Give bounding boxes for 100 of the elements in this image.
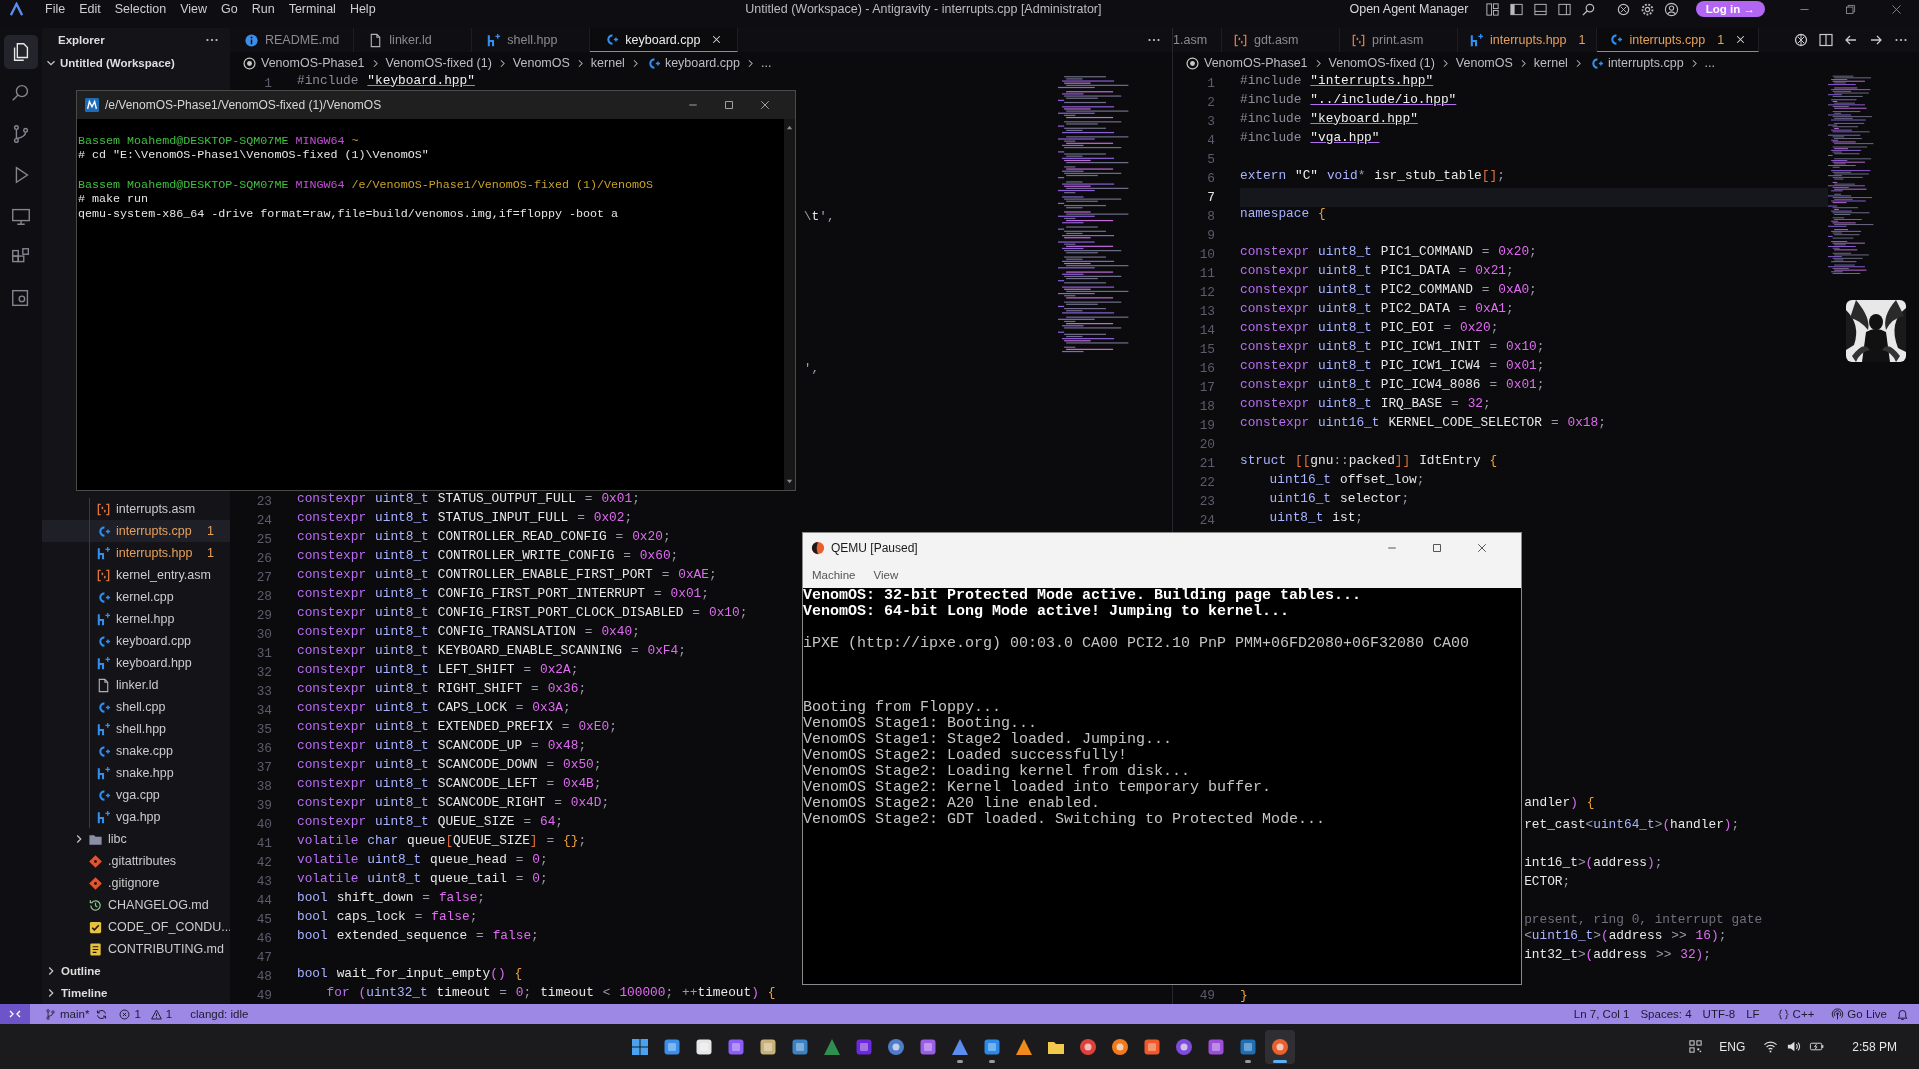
language-server-status[interactable]: clangd: idle <box>190 1008 249 1020</box>
line-number: 48 <box>255 969 272 984</box>
code-line: namespace { <box>1240 205 1326 223</box>
breadcrumb-item[interactable]: VenomOS-fixed (1) <box>385 56 492 70</box>
menu-item[interactable]: Edit <box>72 2 108 16</box>
line-number: 23 <box>1198 494 1215 509</box>
code-line: struct [[gnu::packed]] IdtEntry { <box>1240 452 1498 470</box>
menu-item[interactable]: Help <box>342 2 383 16</box>
menu-item[interactable]: Go <box>214 2 245 16</box>
menu-item[interactable]: Selection <box>107 2 174 16</box>
tree-item[interactable]: keyboard.hpp <box>42 652 230 675</box>
tree-item[interactable]: CONTRIBUTING.md <box>42 938 230 961</box>
status-item[interactable]: Ln 7, Col 1 <box>1573 1008 1630 1020</box>
tree-item[interactable]: libc <box>42 828 230 851</box>
line-number: 13 <box>1198 304 1215 319</box>
code-line: bool wait_for_input_empty() { <box>297 965 523 983</box>
code-line: constexpr uint8_t SCANCODE_RIGHT = 0x4D; <box>297 794 610 812</box>
breadcrumb-item[interactable]: kernel <box>1533 56 1568 70</box>
code-line: constexpr uint8_t PIC2_DATA = 0xA1; <box>1240 300 1514 318</box>
code-line: ECTOR; <box>1524 874 1571 889</box>
menu-item[interactable]: Run <box>244 2 282 16</box>
terminal-line: # cd "E:\VenomOS-Phase1\VenomOS-fixed (1)\VenomOS" <box>78 148 430 164</box>
tree-item[interactable]: kernel_entry.asm <box>42 564 230 587</box>
line-number: 19 <box>1198 418 1215 433</box>
tree-item[interactable]: interrupts.asm <box>42 498 230 521</box>
line-number: 5 <box>1206 152 1215 167</box>
tree-item[interactable]: CHANGELOG.md <box>42 894 230 917</box>
console-line: VenomOS Stage2: Kernel loaded into temporary buffer. <box>803 780 1273 796</box>
console-line: VenomOS: 32-bit Protected Mode active. Building page tables... <box>803 588 1363 604</box>
tree-item[interactable]: snake.hpp <box>42 762 230 785</box>
breadcrumb-item[interactable]: interrupts.cpp <box>1607 56 1684 70</box>
console-line: Booting from Floppy... <box>803 700 1003 716</box>
line-number: 7 <box>1206 190 1215 205</box>
editor-tab[interactable]: print.asm <box>1340 28 1459 52</box>
menu-item[interactable]: Machine <box>812 569 856 581</box>
tree-item[interactable]: CODE_OF_CONDU... <box>42 916 230 939</box>
code-line: ', <box>803 361 820 376</box>
code-line: #include "vga.hpp" <box>1240 129 1380 147</box>
breadcrumb-item[interactable]: VenomOS-Phase1 <box>261 56 365 70</box>
tree-item[interactable]: shell.hpp <box>42 718 230 741</box>
editor-tab[interactable]: 1.asm <box>1173 28 1223 52</box>
tree-item[interactable]: vga.cpp <box>42 784 230 807</box>
console-line: VenomOS Stage1: Booting... <box>803 716 1039 732</box>
breadcrumb-item[interactable]: keyboard.cpp <box>664 56 740 70</box>
menu-item[interactable]: File <box>38 2 73 16</box>
section-header[interactable]: Outline <box>42 960 230 983</box>
console-line: VenomOS Stage2: GDT loaded. Switching to Protected Mode... <box>803 812 1327 828</box>
tree-item[interactable]: kernel.cpp <box>42 586 230 609</box>
language-indicator[interactable]: ENG <box>1719 1039 1746 1054</box>
tree-item[interactable]: interrupts.cpp 1 <box>42 520 230 543</box>
problem-count: 1 <box>207 524 214 539</box>
code-line: constexpr uint8_t CONFIG_FIRST_PORT_INTERRUPT = 0x01; <box>297 585 709 603</box>
section-header[interactable]: Timeline <box>42 982 230 1004</box>
editor-tab[interactable]: linker.ld <box>354 28 473 52</box>
code-line: constexpr uint8_t EXTENDED_PREFIX = 0xE0; <box>297 718 617 736</box>
workspace-header[interactable]: Untitled (Workspace) <box>42 51 230 74</box>
tree-item[interactable]: .gitignore <box>42 872 230 895</box>
tree-item[interactable]: linker.ld <box>42 674 230 697</box>
tree-item[interactable]: keyboard.cpp <box>42 630 230 653</box>
clock[interactable]: 2:58 PM <box>1852 1039 1897 1054</box>
code-line: constexpr uint8_t CONTROLLER_ENABLE_FIRST_PORT = 0xAE; <box>297 566 717 584</box>
menu-item[interactable]: View <box>173 2 214 16</box>
problems-status[interactable]: 1 1 <box>112 1007 173 1021</box>
menu-item[interactable]: Terminal <box>281 2 343 16</box>
status-item[interactable]: Go Live <box>1825 1007 1887 1021</box>
branch-status[interactable]: main* <box>38 1007 90 1021</box>
editor-tab[interactable]: interrupts.cpp 1 <box>1597 28 1760 52</box>
breadcrumb-item[interactable]: VenomOS-fixed (1) <box>1328 56 1435 70</box>
breadcrumb-item[interactable]: ... <box>760 56 772 70</box>
tree-item[interactable]: snake.cpp <box>42 740 230 763</box>
menu-item[interactable]: View <box>873 569 899 581</box>
editor-tab[interactable]: gdt.asm <box>1222 28 1341 52</box>
breadcrumb-item[interactable]: VenomOS-Phase1 <box>1204 56 1308 70</box>
breadcrumb-item[interactable]: ... <box>1704 56 1716 70</box>
code-line: } <box>1240 988 1248 1003</box>
status-item[interactable]: Spaces: 4 <box>1640 1008 1692 1020</box>
code-line: bool extended_sequence = false; <box>297 927 539 945</box>
breadcrumb-item[interactable]: kernel <box>590 56 625 70</box>
code-line: constexpr uint8_t PIC_ICW4_8086 = 0x01; <box>1240 376 1545 394</box>
tree-item[interactable]: shell.cpp <box>42 696 230 719</box>
breadcrumb-item[interactable]: VenomOS <box>512 56 570 70</box>
tree-item[interactable]: kernel.hpp <box>42 608 230 631</box>
status-item[interactable]: LF <box>1746 1008 1760 1020</box>
status-item[interactable]: UTF-8 <box>1702 1008 1736 1020</box>
code-line: constexpr uint8_t SCANCODE_LEFT = 0x4B; <box>297 775 602 793</box>
tree-item[interactable]: .gitattributes <box>42 850 230 873</box>
code-line: uint16_t offset_low; <box>1268 471 1425 489</box>
code-line: int32_t>(address >> 32); <box>1524 946 1711 964</box>
tree-item[interactable]: vga.hpp <box>42 806 230 829</box>
agent-manager-link[interactable]: Open Agent Manager <box>1349 2 1469 16</box>
tree-item[interactable]: interrupts.hpp 1 <box>42 542 230 565</box>
line-number: 8 <box>1206 209 1215 224</box>
line-number: 22 <box>1198 475 1215 490</box>
status-item[interactable]: C++ <box>1770 1007 1815 1021</box>
code-line: uint16_t selector; <box>1268 490 1410 508</box>
editor-tab[interactable]: README.md <box>230 28 355 52</box>
editor-tab[interactable]: keyboard.cpp <box>590 28 739 52</box>
code-line: constexpr uint8_t CONFIG_FIRST_PORT_CLOCK_DISABLED = 0x10; <box>297 604 748 622</box>
breadcrumb-item[interactable]: VenomOS <box>1455 56 1513 70</box>
line-number: 39 <box>255 798 272 813</box>
